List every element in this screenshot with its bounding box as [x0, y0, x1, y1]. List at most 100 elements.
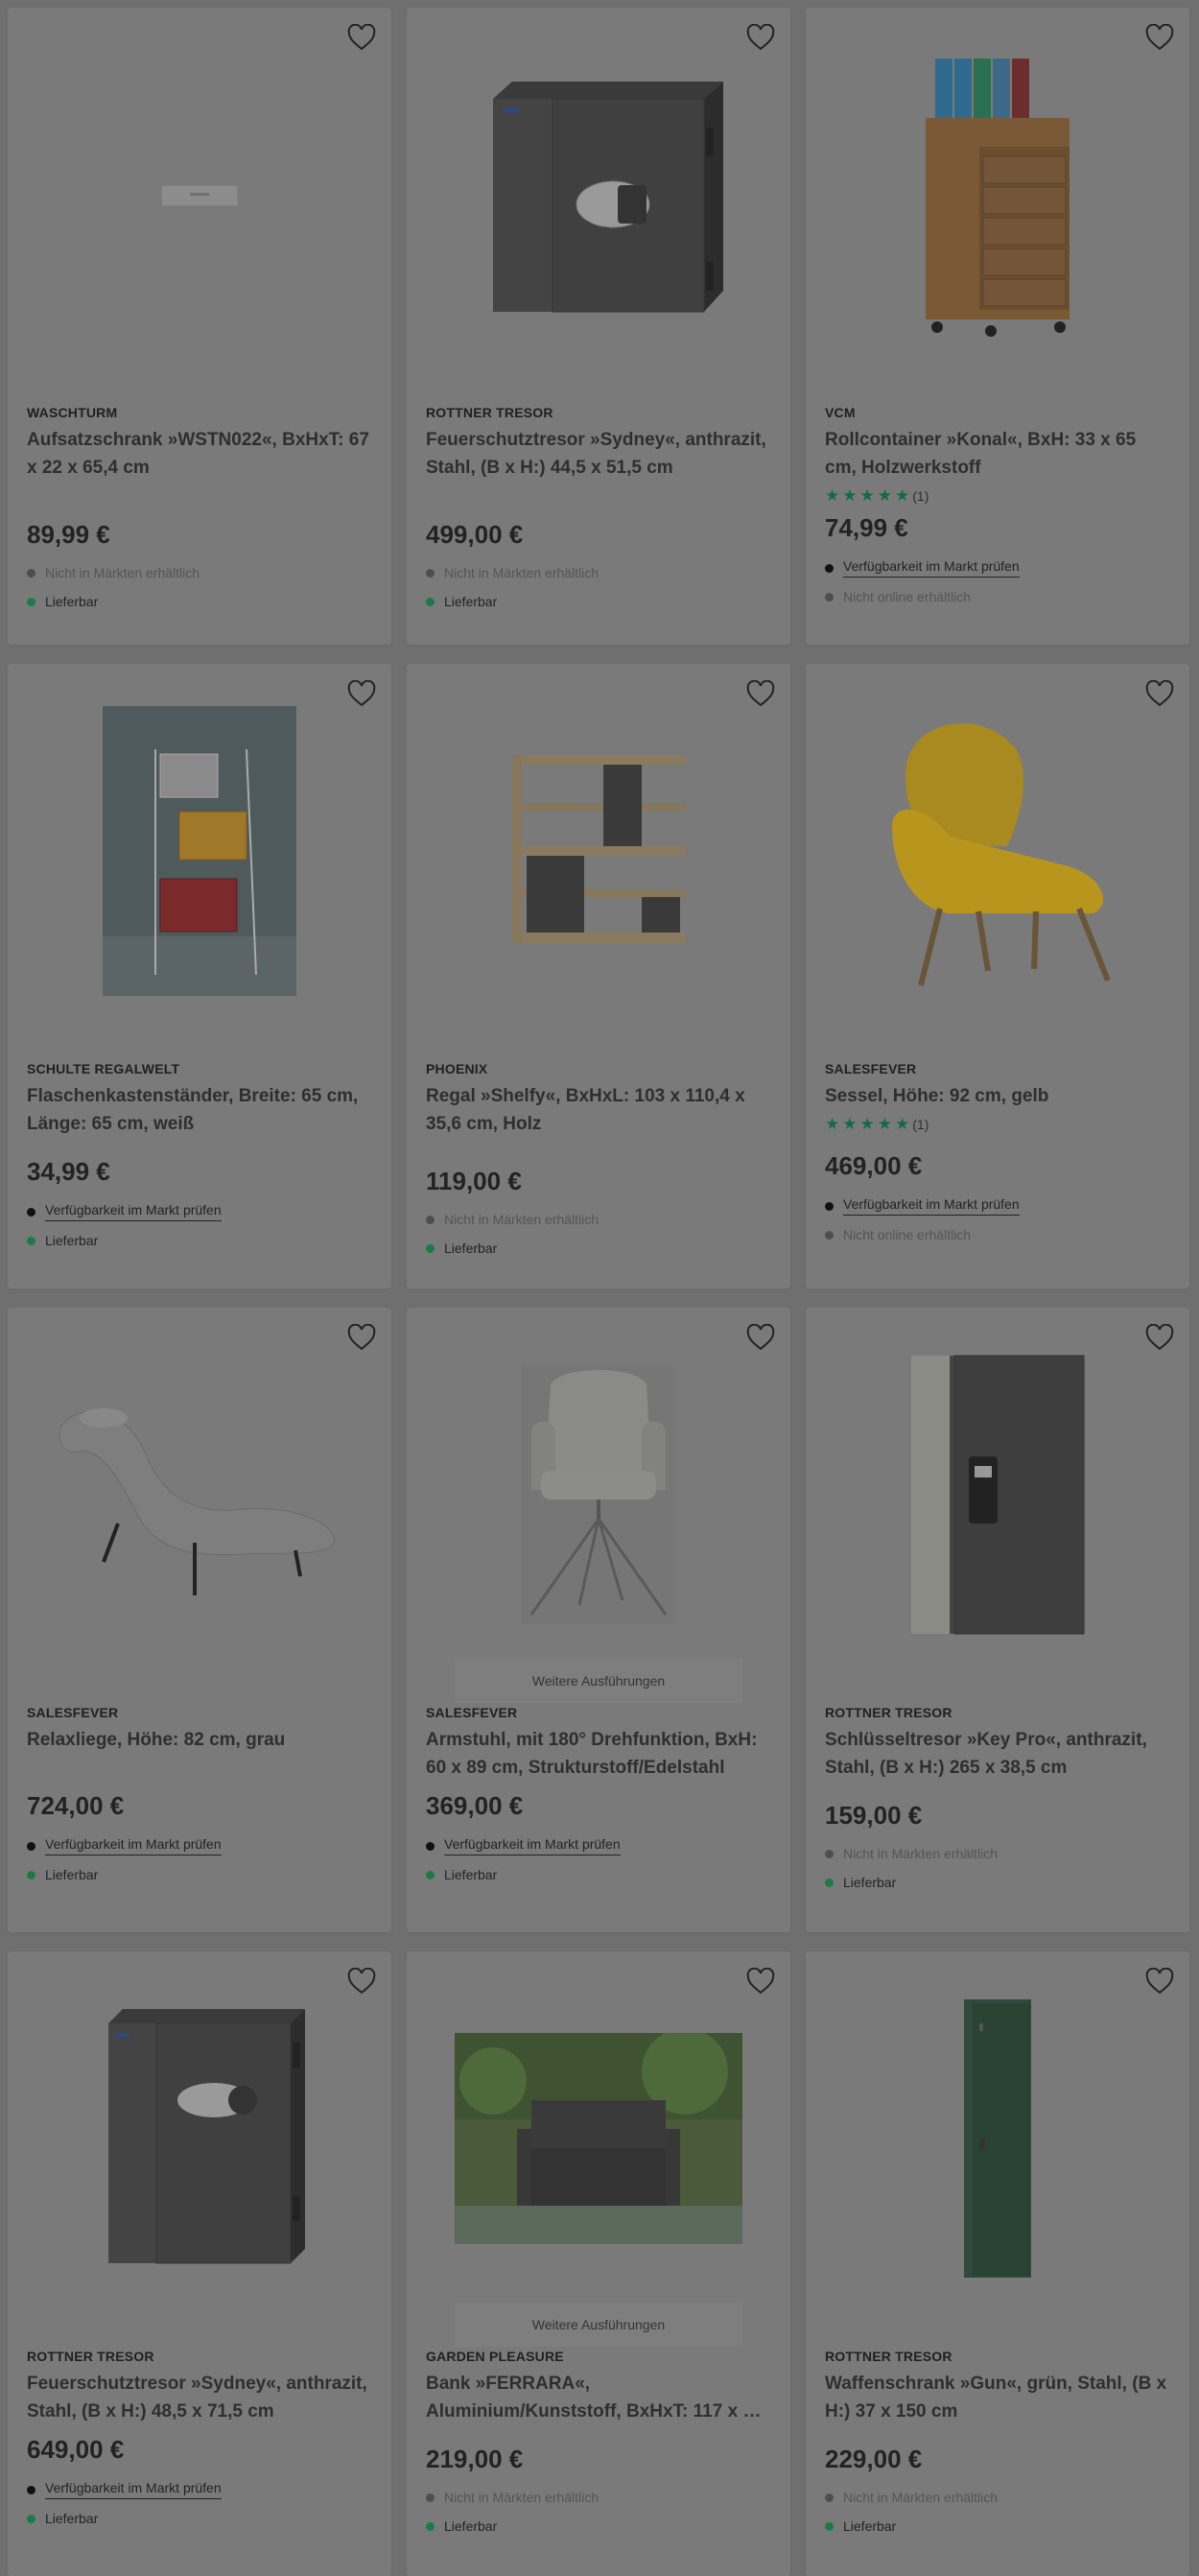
- delivery-availability: Lieferbar: [27, 2511, 372, 2526]
- delivery-availability: Lieferbar: [426, 2518, 771, 2534]
- product-brand: ROTTNER TRESOR: [426, 405, 553, 420]
- star-icon: ★: [859, 486, 875, 505]
- product-card[interactable]: ROTTNER TRESOR Waffenschrank »Gun«, grün…: [806, 1951, 1189, 2576]
- product-card[interactable]: SCHULTE REGALWELT Flaschenkastenständer,…: [8, 664, 391, 1288]
- delivery-availability: Lieferbar: [426, 594, 771, 609]
- store-availability: Verfügbarkeit im Markt prüfen: [426, 1836, 771, 1855]
- product-brand: SALESFEVER: [825, 1061, 917, 1076]
- product-price: 219,00 €: [426, 2445, 524, 2473]
- status-dot-icon: [426, 1243, 435, 1253]
- product-title[interactable]: Armstuhl, mit 180° Drehfunktion, BxH: 60…: [426, 1726, 771, 1782]
- lounger-image[interactable]: [27, 1308, 372, 1682]
- product-price: 74,99 €: [825, 513, 908, 542]
- check-store-availability-link[interactable]: Verfügbarkeit im Markt prüfen: [45, 1836, 222, 1855]
- store-availability: Verfügbarkeit im Markt prüfen: [27, 1202, 372, 1221]
- delivery-availability: Nicht online erhältlich: [825, 589, 1170, 604]
- star-icon: ★: [842, 486, 858, 505]
- check-store-availability-link[interactable]: Verfügbarkeit im Markt prüfen: [843, 1196, 1020, 1216]
- status-dot-icon: [27, 597, 35, 606]
- product-title[interactable]: Sessel, Höhe: 92 cm, gelb: [825, 1082, 1170, 1110]
- wall-cabinet-image[interactable]: [27, 8, 372, 382]
- product-rating[interactable]: ★ ★ ★ ★ ★ (1): [825, 1116, 1170, 1132]
- store-availability: Verfügbarkeit im Markt prüfen: [825, 558, 1170, 578]
- star-icon: ★: [895, 1115, 910, 1133]
- check-store-availability-link[interactable]: Verfügbarkeit im Markt prüfen: [843, 558, 1020, 578]
- product-rating[interactable]: ★ ★ ★ ★ ★ (1): [825, 487, 1170, 504]
- shelf-image[interactable]: [426, 664, 771, 1038]
- product-card[interactable]: SALESFEVER Sessel, Höhe: 92 cm, gelb ★ ★…: [806, 664, 1189, 1288]
- status-dot-icon: [426, 597, 435, 606]
- status-dot-icon: [825, 2521, 834, 2531]
- store-availability: Nicht in Märkten erhältlich: [825, 1846, 1170, 1861]
- product-title[interactable]: Relaxliege, Höhe: 82 cm, grau: [27, 1726, 372, 1782]
- product-price: 469,00 €: [825, 1151, 923, 1180]
- star-icon: ★: [825, 1115, 840, 1133]
- store-availability: Verfügbarkeit im Markt prüfen: [27, 1836, 372, 1855]
- product-card[interactable]: PHOENIX Regal »Shelfy«, BxHxL: 103 x 110…: [407, 664, 790, 1288]
- product-title[interactable]: Bank »FERRARA«, Aluminium/Kunststoff, Bx…: [426, 2370, 771, 2425]
- status-dot-icon: [426, 1870, 435, 1879]
- tall-safe-image[interactable]: [27, 1951, 372, 2326]
- product-card[interactable]: ROTTNER TRESOR Schlüsseltresor »Key Pro«…: [806, 1308, 1189, 1932]
- product-title[interactable]: Feuerschutztresor »Sydney«, anthrazit, S…: [426, 426, 771, 482]
- check-store-availability-link[interactable]: Verfügbarkeit im Markt prüfen: [45, 1202, 222, 1221]
- star-icon: ★: [842, 1115, 858, 1133]
- crate-stand-image[interactable]: [27, 664, 372, 1038]
- key-safe-image[interactable]: [825, 1308, 1170, 1682]
- more-variants-button[interactable]: Weitere Ausführungen: [455, 2303, 742, 2347]
- product-price: 119,00 €: [426, 1167, 522, 1195]
- status-dot-icon: [27, 568, 35, 578]
- rolling-container-image[interactable]: [825, 8, 1170, 382]
- product-grid: WASCHTURM Aufsatzschrank »WSTN022«, BxHx…: [0, 0, 1199, 2576]
- product-price: 369,00 €: [426, 1791, 524, 1820]
- product-price: 159,00 €: [825, 1801, 923, 1830]
- product-brand: VCM: [825, 405, 856, 420]
- check-store-availability-link[interactable]: Verfügbarkeit im Markt prüfen: [444, 1836, 621, 1855]
- product-title[interactable]: Feuerschutztresor »Sydney«, anthrazit, S…: [27, 2370, 372, 2425]
- status-dot-icon: [426, 1841, 435, 1851]
- delivery-availability: Lieferbar: [825, 2518, 1170, 2534]
- product-price: 649,00 €: [27, 2435, 125, 2464]
- product-brand: GARDEN PLEASURE: [426, 2349, 564, 2364]
- status-dot-icon: [27, 1870, 35, 1879]
- product-title[interactable]: Aufsatzschrank »WSTN022«, BxHxT: 67 x 22…: [27, 426, 372, 482]
- product-card[interactable]: WASCHTURM Aufsatzschrank »WSTN022«, BxHx…: [8, 8, 391, 645]
- store-availability: Nicht in Märkten erhältlich: [426, 2490, 771, 2505]
- product-card[interactable]: ROTTNER TRESOR Feuerschutztresor »Sydney…: [407, 8, 790, 645]
- star-icon: ★: [877, 486, 892, 505]
- status-dot-icon: [27, 1236, 35, 1245]
- product-title[interactable]: Rollcontainer »Konal«, BxH: 33 x 65 cm, …: [825, 426, 1170, 482]
- status-dot-icon: [825, 2493, 834, 2502]
- safe-image[interactable]: [426, 8, 771, 382]
- product-card[interactable]: Weitere Ausführungen GARDEN PLEASURE Ban…: [407, 1951, 790, 2576]
- product-card[interactable]: VCM Rollcontainer »Konal«, BxH: 33 x 65 …: [806, 8, 1189, 645]
- product-card[interactable]: SALESFEVER Relaxliege, Höhe: 82 cm, grau…: [8, 1308, 391, 1932]
- armchair-image[interactable]: [825, 664, 1170, 1038]
- more-variants-button[interactable]: Weitere Ausführungen: [455, 1659, 742, 1703]
- swivel-chair-image[interactable]: Weitere Ausführungen: [426, 1308, 771, 1703]
- product-brand: WASCHTURM: [27, 405, 118, 420]
- status-dot-icon: [825, 563, 834, 573]
- status-dot-icon: [825, 1230, 834, 1240]
- check-store-availability-link[interactable]: Verfügbarkeit im Markt prüfen: [45, 2480, 222, 2499]
- product-title[interactable]: Waffenschrank »Gun«, grün, Stahl, (B x H…: [825, 2370, 1170, 2425]
- store-availability: Verfügbarkeit im Markt prüfen: [825, 1196, 1170, 1216]
- product-title[interactable]: Regal »Shelfy«, BxHxL: 103 x 110,4 x 35,…: [426, 1082, 771, 1138]
- product-price: 34,99 €: [27, 1157, 110, 1186]
- product-card[interactable]: ROTTNER TRESOR Feuerschutztresor »Sydney…: [8, 1951, 391, 2576]
- delivery-availability: Lieferbar: [27, 1233, 372, 1248]
- delivery-availability: Lieferbar: [27, 594, 372, 609]
- status-dot-icon: [426, 2493, 435, 2502]
- status-dot-icon: [825, 1849, 834, 1858]
- star-icon: ★: [877, 1115, 892, 1133]
- gun-cabinet-image[interactable]: [825, 1951, 1170, 2326]
- status-dot-icon: [27, 2485, 35, 2494]
- product-price: 724,00 €: [27, 1791, 125, 1820]
- product-price: 499,00 €: [426, 520, 524, 549]
- product-card[interactable]: Weitere Ausführungen SALESFEVER Armstuhl…: [407, 1308, 790, 1932]
- store-availability: Nicht in Märkten erhältlich: [825, 2490, 1170, 2505]
- product-title[interactable]: Flaschenkastenständer, Breite: 65 cm, Lä…: [27, 1082, 372, 1138]
- star-icon: ★: [825, 486, 840, 505]
- product-title[interactable]: Schlüsseltresor »Key Pro«, anthrazit, St…: [825, 1726, 1170, 1782]
- garden-bench-image[interactable]: Weitere Ausführungen: [426, 1951, 771, 2347]
